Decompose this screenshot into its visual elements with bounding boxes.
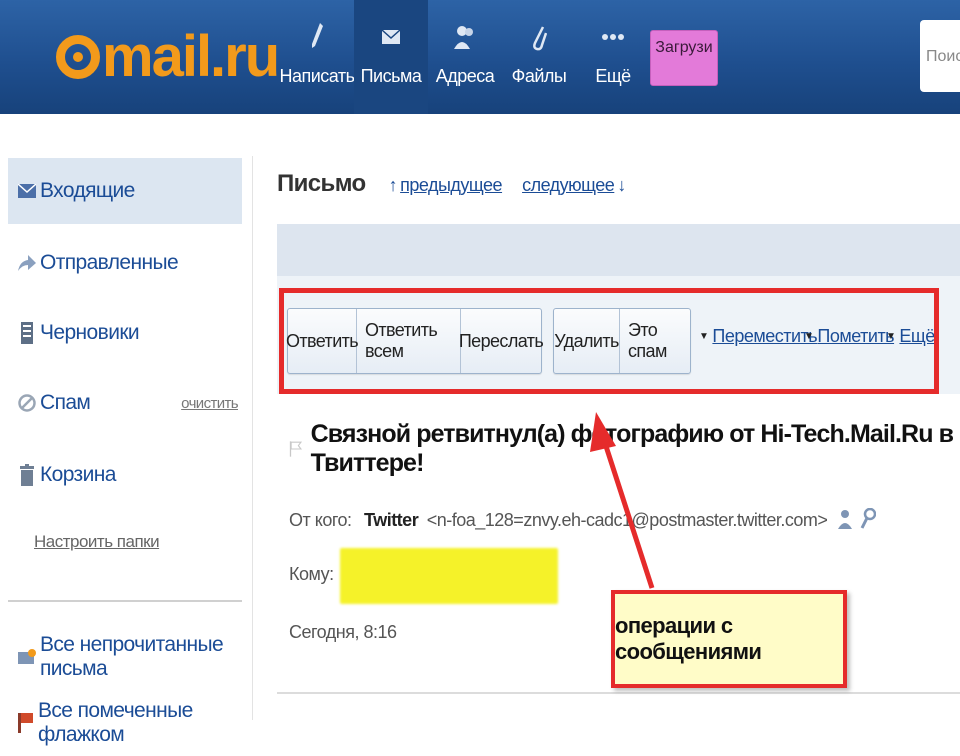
- nav-letters-label: Письма: [360, 66, 422, 86]
- envelope-icon: [379, 22, 403, 52]
- message-subject: Связной ретвитнул(а) фотографию от Hi-Te…: [289, 420, 960, 478]
- inbox-icon: [18, 180, 36, 202]
- add-contact-icon[interactable]: [837, 509, 852, 529]
- message-date: Сегодня, 8:16: [289, 622, 397, 642]
- trash-icon: [18, 464, 36, 486]
- folder-drafts-label: Черновики: [40, 321, 140, 344]
- more-dots-icon: [601, 22, 625, 52]
- next-message-link[interactable]: следующее ↓: [522, 175, 629, 196]
- recipient-redacted: [340, 548, 558, 604]
- prev-message-link[interactable]: ↑ предыдущее: [386, 175, 503, 196]
- drafts-icon: [18, 322, 36, 344]
- nav-contacts-label: Адреса: [435, 66, 495, 86]
- logo-text: mail.ru: [102, 24, 280, 89]
- sidebar-separator: [252, 156, 253, 720]
- message-from-row: От кого: Twitter <n-foa_128=znvy.eh-cadc…: [289, 507, 877, 531]
- folder-all-flagged-label: Все помеченные флажком: [38, 699, 193, 746]
- folder-spam[interactable]: Спам очистить: [8, 370, 242, 436]
- contacts-icon: [453, 22, 477, 52]
- nav-more[interactable]: Ещё: [576, 0, 650, 114]
- flag-icon[interactable]: [289, 439, 303, 459]
- nav-more-label: Ещё: [595, 66, 631, 86]
- toolbar-top-band: [277, 224, 960, 276]
- spam-icon: [18, 392, 36, 414]
- folder-all-unread-label: Все непрочитанные письма: [40, 633, 224, 680]
- folder-sent-label: Отправленные: [40, 251, 179, 274]
- nav-letters[interactable]: Письма: [354, 0, 428, 114]
- sent-icon: [18, 252, 36, 274]
- nav-files[interactable]: Файлы: [502, 0, 576, 114]
- annotation-callout: операции с сообщениями: [611, 590, 847, 688]
- folder-spam-label: Спам: [40, 391, 91, 414]
- folder-inbox[interactable]: Входящие: [8, 158, 242, 224]
- main-nav: Написать Письма Адреса Файлы Ещё: [279, 0, 650, 114]
- sidebar-divider: [8, 600, 242, 602]
- mailru-logo[interactable]: mail.ru: [56, 12, 280, 102]
- upload-button[interactable]: Загрузи: [650, 30, 718, 86]
- pencil-icon: [305, 22, 329, 52]
- nav-contacts[interactable]: Адреса: [428, 0, 502, 114]
- at-sign-icon: [56, 35, 100, 79]
- message-subject-text: Связной ретвитнул(а) фотографию от Hi-Te…: [310, 420, 954, 477]
- page-title: Письмо: [277, 170, 366, 197]
- nav-files-label: Файлы: [511, 66, 567, 86]
- paperclip-icon: [527, 22, 551, 52]
- folder-sidebar: Входящие Отправленные Черновики Спам очи…: [0, 114, 255, 746]
- prev-message-label: предыдущее: [400, 175, 503, 195]
- to-label: Кому:: [289, 564, 334, 584]
- unread-icon: [18, 646, 36, 668]
- folder-all-unread[interactable]: Все непрочитанные письма: [8, 624, 242, 690]
- clear-spam-link[interactable]: очистить: [181, 395, 238, 412]
- message-view: Письмо ↑ предыдущее следующее ↓ Ответить О…: [255, 114, 960, 720]
- sender-email[interactable]: <n-foa_128=znvy.eh-cadc1@postmaster.twit…: [427, 510, 828, 530]
- folder-sent[interactable]: Отправленные: [8, 230, 242, 296]
- arrow-down-icon: ↓: [617, 175, 626, 195]
- folder-trash[interactable]: Корзина: [8, 442, 242, 508]
- folder-all-flagged[interactable]: Все помеченные флажком: [8, 690, 242, 756]
- arrow-up-icon: ↑: [388, 175, 398, 195]
- top-bar: mail.ru Написать Письма Адреса Файлы Ещё…: [0, 0, 960, 114]
- sender-name[interactable]: Twitter: [364, 510, 419, 530]
- folder-drafts[interactable]: Черновики: [8, 300, 242, 366]
- folder-trash-label: Корзина: [40, 463, 116, 486]
- flagged-icon: [18, 712, 34, 734]
- nav-compose-label: Написать: [279, 66, 355, 86]
- nav-compose[interactable]: Написать: [279, 0, 355, 114]
- folder-inbox-label: Входящие: [40, 179, 135, 202]
- setup-folders-link[interactable]: Настроить папки: [34, 532, 160, 552]
- message-header-bar: Письмо ↑ предыдущее следующее ↓: [277, 170, 629, 198]
- next-message-label: следующее: [522, 175, 615, 195]
- from-label: От кого:: [289, 510, 352, 530]
- toolbar-highlight-frame: [279, 288, 939, 394]
- search-sender-icon[interactable]: [860, 507, 877, 530]
- content-divider: [277, 692, 960, 694]
- search-input[interactable]: Поиск: [920, 20, 960, 92]
